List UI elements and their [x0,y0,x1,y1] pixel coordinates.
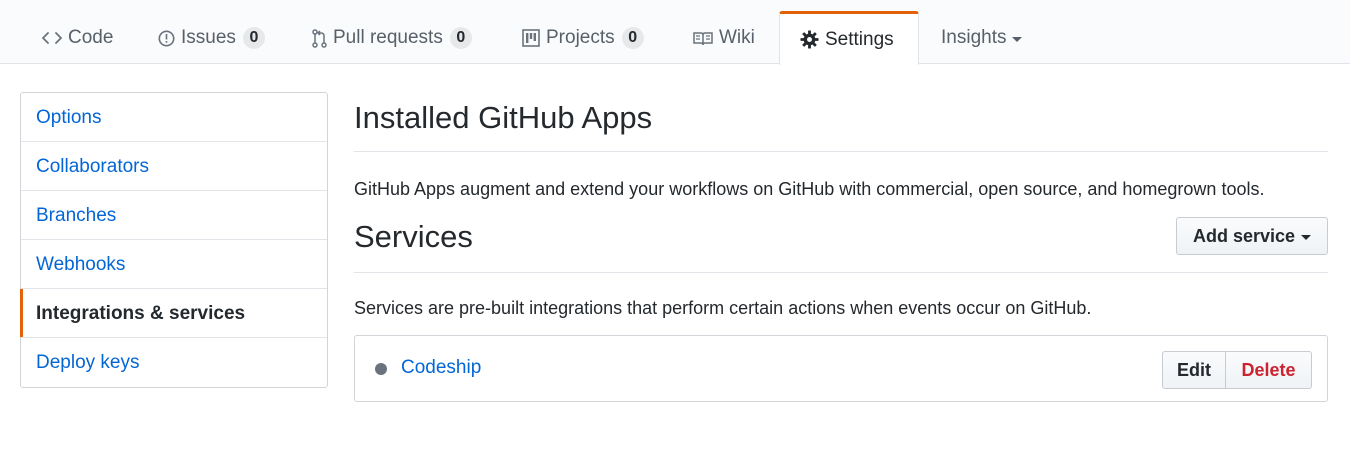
pull-requests-counter: 0 [449,27,472,49]
code-icon [42,31,62,45]
git-pull-request-icon [312,28,327,48]
sidebar-item-options[interactable]: Options [21,93,327,142]
main-content: Installed GitHub Apps GitHub Apps augmen… [354,92,1328,402]
service-list: Codeship Edit Delete [354,335,1328,402]
tab-projects[interactable]: Projects 0 [522,12,644,64]
tab-wiki[interactable]: Wiki [693,12,755,64]
issue-opened-icon [158,30,175,47]
tab-pull-requests-label: Pull requests [333,27,443,48]
tab-pull-requests[interactable]: Pull requests 0 [312,12,472,64]
tab-projects-label: Projects [546,27,615,48]
github-apps-header: Installed GitHub Apps [354,92,1328,152]
edit-button[interactable]: Edit [1162,351,1226,389]
sidebar-item-branches[interactable]: Branches [21,191,327,240]
chevron-down-icon [1301,234,1312,240]
services-description: Services are pre-built integrations that… [354,298,1092,318]
chevron-down-icon [1012,36,1023,42]
sidebar-item-collaborators[interactable]: Collaborators [21,142,327,191]
tab-insights[interactable]: Insights [941,12,1023,64]
tab-settings-label: Settings [825,28,894,50]
add-service-label: Add service [1192,225,1296,246]
settings-sidebar: Options Collaborators Branches Webhooks … [20,92,328,388]
github-apps-title: Installed GitHub Apps [354,100,653,135]
sidebar-item-integrations-services[interactable]: Integrations & services [20,289,327,338]
services-header: Services Add service [354,217,1328,273]
tab-wiki-label: Wiki [719,27,755,48]
book-icon [693,31,713,46]
tab-code-label: Code [68,27,114,48]
tab-issues-label: Issues [181,27,236,48]
projects-counter: 0 [621,27,644,49]
gear-icon [800,30,819,49]
status-dot-icon [375,363,387,375]
sidebar-item-webhooks[interactable]: Webhooks [21,240,327,289]
services-title: Services [354,219,473,254]
sidebar-item-deploy-keys[interactable]: Deploy keys [21,338,327,387]
service-link-codeship[interactable]: Codeship [401,357,481,379]
delete-button[interactable]: Delete [1226,351,1312,389]
tab-code[interactable]: Code [42,12,113,64]
tab-issues[interactable]: Issues 0 [158,12,265,64]
service-actions: Edit Delete [1162,351,1312,389]
add-service-button[interactable]: Add service [1176,217,1328,255]
github-apps-description: GitHub Apps augment and extend your work… [354,179,1265,199]
issues-counter: 0 [242,27,265,49]
repo-nav: Code Issues 0 Pull requests 0 Projects 0… [0,0,1350,65]
tab-settings[interactable]: Settings [779,11,919,65]
tab-insights-label: Insights [941,27,1007,48]
project-icon [522,29,540,47]
